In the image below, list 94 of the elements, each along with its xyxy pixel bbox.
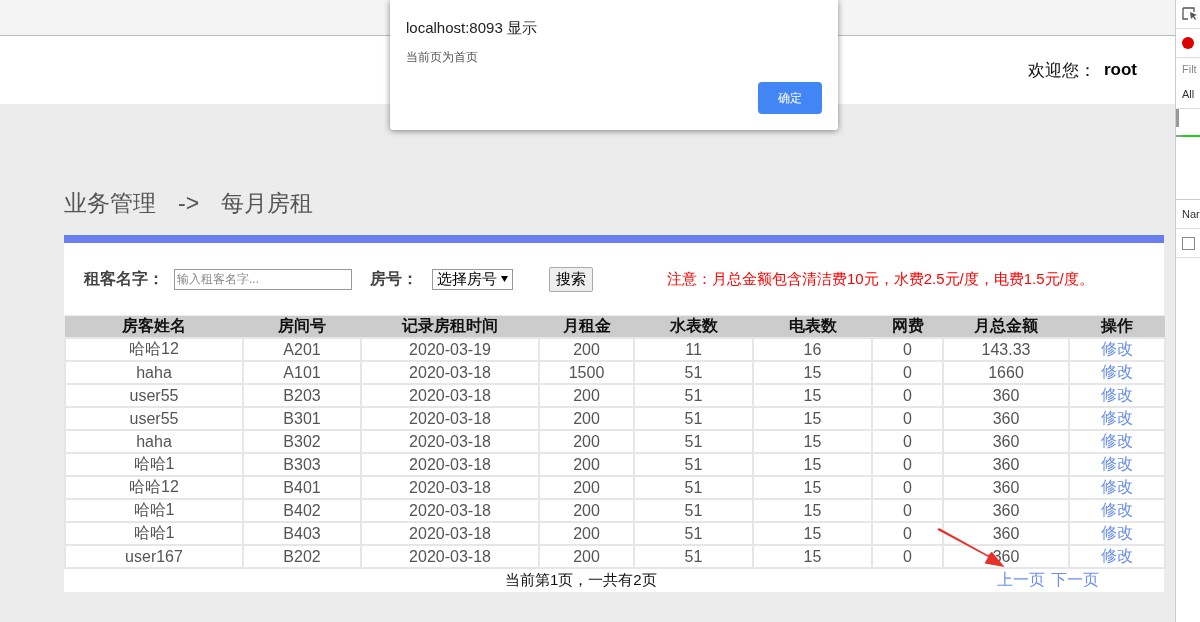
page-link[interactable]: 上一页	[996, 570, 1045, 591]
table-cell: 哈哈1	[65, 499, 243, 522]
table-cell: 51	[634, 499, 753, 522]
caret-icon	[501, 276, 508, 282]
table-cell: haha	[65, 361, 243, 384]
filter-field[interactable]: Filt	[1182, 63, 1197, 75]
table-cell: 15	[753, 407, 872, 430]
breadcrumb-separator: ->	[178, 189, 200, 217]
table-cell: A101	[243, 361, 361, 384]
table-cell: 15	[753, 430, 872, 453]
table-cell: 51	[634, 476, 753, 499]
table-cell: 2020-03-18	[361, 430, 539, 453]
table-cell: 哈哈12	[65, 338, 243, 361]
table-cell: 360	[943, 430, 1069, 453]
table-cell: 15	[753, 476, 872, 499]
table-cell: 360	[943, 407, 1069, 430]
table-cell: user55	[65, 407, 243, 430]
column-header: 房间号	[243, 316, 361, 338]
column-header: 月总金额	[943, 316, 1069, 338]
table-cell: 2020-03-18	[361, 545, 539, 568]
table-cell: 哈哈12	[65, 476, 243, 499]
column-header: 月租金	[539, 316, 634, 338]
table-cell: 15	[753, 545, 872, 568]
room-select[interactable]: 选择房号	[432, 268, 513, 290]
table-cell: 360	[943, 476, 1069, 499]
table-cell: 360	[943, 499, 1069, 522]
table-cell: 2020-03-18	[361, 499, 539, 522]
page-status: 当前第1页，一共有2页	[505, 571, 657, 590]
table-cell: B303	[243, 453, 361, 476]
table-cell: 0	[872, 338, 943, 361]
checkbox[interactable]	[1182, 236, 1195, 250]
table-cell: 15	[753, 384, 872, 407]
inspect-icon[interactable]	[1182, 7, 1198, 21]
name-field[interactable]: 输入租客名字...	[174, 268, 352, 290]
column-header: 记录房租时间	[361, 316, 539, 338]
table-cell: 200	[539, 338, 634, 361]
table-cell: 15	[753, 453, 872, 476]
table-cell: 15	[753, 522, 872, 545]
table-cell: 哈哈1	[65, 453, 243, 476]
table-cell: 15	[753, 499, 872, 522]
table-cell: A201	[243, 338, 361, 361]
table-cell: 51	[634, 453, 753, 476]
column-header: 网费	[872, 316, 943, 338]
filter-tab[interactable]: All	[1182, 88, 1195, 100]
table-cell: B203	[243, 384, 361, 407]
table-cell: 2020-03-18	[361, 361, 539, 384]
table-cell: 2020-03-18	[361, 522, 539, 545]
column-header: Nar	[1182, 208, 1200, 220]
notice-text: 注意：月总金额包含清洁费10元，水费2.5元/度，电费1.5元/度。	[667, 269, 1094, 289]
page-link[interactable]: 下一页	[1050, 570, 1099, 591]
table-cell: 2020-03-18	[361, 453, 539, 476]
welcome-label: 欢迎您：	[1027, 59, 1096, 82]
table-cell: 2020-03-18	[361, 476, 539, 499]
column-header: 操作	[1069, 316, 1165, 338]
table-cell: B401	[243, 476, 361, 499]
ok-button[interactable]: 确定	[758, 82, 822, 114]
timeline-overview	[1176, 109, 1200, 137]
table-cell: 51	[634, 407, 753, 430]
table-cell: 51	[634, 361, 753, 384]
column-header: 房客姓名	[65, 316, 243, 338]
table-cell: B302	[243, 430, 361, 453]
column-header: 水表数	[634, 316, 753, 338]
table-cell: B403	[243, 522, 361, 545]
dialog-message: 当前页为首页	[406, 49, 478, 66]
table-cell: 360	[943, 453, 1069, 476]
search-button[interactable]: 搜索	[549, 266, 593, 292]
table-cell: 51	[634, 430, 753, 453]
table-cell: 11	[634, 338, 753, 361]
table-cell: 2020-03-18	[361, 407, 539, 430]
table-cell: 143.33	[943, 338, 1069, 361]
table-cell: B402	[243, 499, 361, 522]
table-cell: 360	[943, 384, 1069, 407]
table-cell: 51	[634, 522, 753, 545]
table-cell: user167	[65, 545, 243, 568]
breadcrumb-section[interactable]: 业务管理	[64, 187, 156, 219]
record-icon[interactable]	[1182, 37, 1194, 49]
table-cell: haha	[65, 430, 243, 453]
table-cell: 51	[634, 545, 753, 568]
name-label: 租客名字：	[84, 268, 164, 289]
table-cell: 哈哈1	[65, 522, 243, 545]
table-cell: 51	[634, 384, 753, 407]
user-name: root	[1103, 60, 1137, 80]
table-cell: 2020-03-18	[361, 384, 539, 407]
table-cell: B202	[243, 545, 361, 568]
table-cell: 2020-03-19	[361, 338, 539, 361]
table-cell: user55	[65, 384, 243, 407]
table-cell: B301	[243, 407, 361, 430]
table-cell: 1660	[943, 361, 1069, 384]
column-header: 电表数	[753, 316, 872, 338]
dialog-title: localhost:8093 显示	[406, 19, 537, 38]
page-title: 每月房租	[221, 188, 314, 218]
room-label: 房号：	[370, 268, 418, 289]
table-cell: 15	[753, 361, 872, 384]
table-cell: 16	[753, 338, 872, 361]
